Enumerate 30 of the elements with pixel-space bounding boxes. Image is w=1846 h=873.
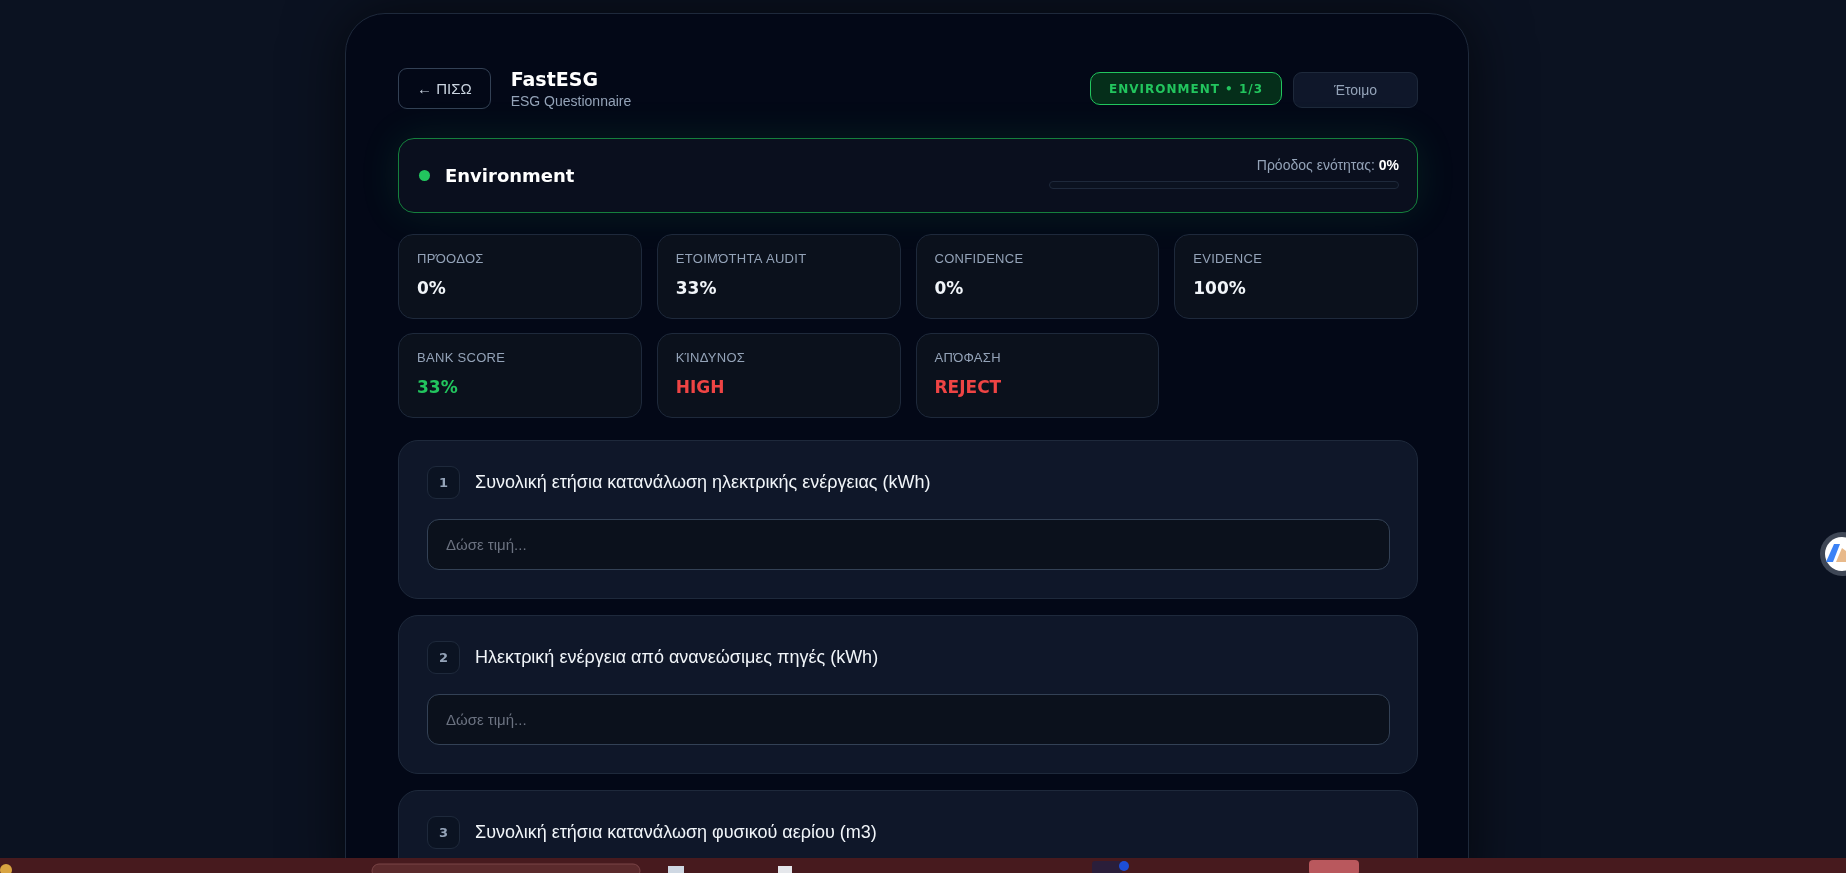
question-number: 3: [427, 816, 460, 849]
question-text: Συνολική ετήσια κατανάλωση φυσικού αερίου (m3): [475, 822, 877, 843]
section-badge: ENVIRONMENT • 1/3: [1090, 72, 1282, 105]
answer-field[interactable]: Δώσε τιμή...: [427, 694, 1390, 745]
question-number: 1: [427, 466, 460, 499]
status-button[interactable]: Έτοιμο: [1293, 72, 1418, 108]
metric-label: ΠΡΌΟΔΟΣ: [417, 251, 485, 266]
metric-value: 0%: [417, 278, 447, 298]
assistant-bubble-icon[interactable]: [1818, 531, 1846, 577]
metric-label: ΚΊΝΔΥΝΟΣ: [675, 350, 747, 365]
section-progress-label: Πρόοδος ενότητας: 0%: [1256, 156, 1399, 173]
metric-value: 33%: [675, 278, 718, 298]
section-title: Environment: [445, 165, 575, 186]
metric-label: ΕΤΟΙΜΌΤΗΤΑ AUDIT: [675, 251, 808, 266]
metric-label: EVIDENCE: [1193, 251, 1264, 266]
metric-label: BANK SCORE: [417, 350, 507, 365]
metric-value: HIGH: [675, 377, 726, 397]
metric-value: REJECT: [934, 377, 1003, 397]
metric-value: 33%: [417, 377, 459, 397]
question-text: Συνολική ετήσια κατανάλωση ηλεκτρικής ενέργειας (kWh): [475, 472, 931, 493]
metric-value: 0%: [934, 278, 965, 298]
question-number: 2: [427, 641, 460, 674]
question-text: Ηλεκτρική ενέργεια από ανανεώσιμες πηγές (kWh): [475, 647, 879, 668]
answer-field[interactable]: Δώσε τιμή...: [427, 519, 1390, 570]
app-subtitle: ESG Questionnaire: [510, 93, 632, 109]
app-title: FastESG: [510, 68, 599, 90]
metric-label: ΑΠΌΦΑΣΗ: [934, 350, 1002, 365]
back-button[interactable]: ← ΠΙΣΩ: [398, 68, 491, 109]
metric-label: CONFIDENCE: [934, 251, 1025, 266]
metric-value: 100%: [1193, 278, 1247, 298]
